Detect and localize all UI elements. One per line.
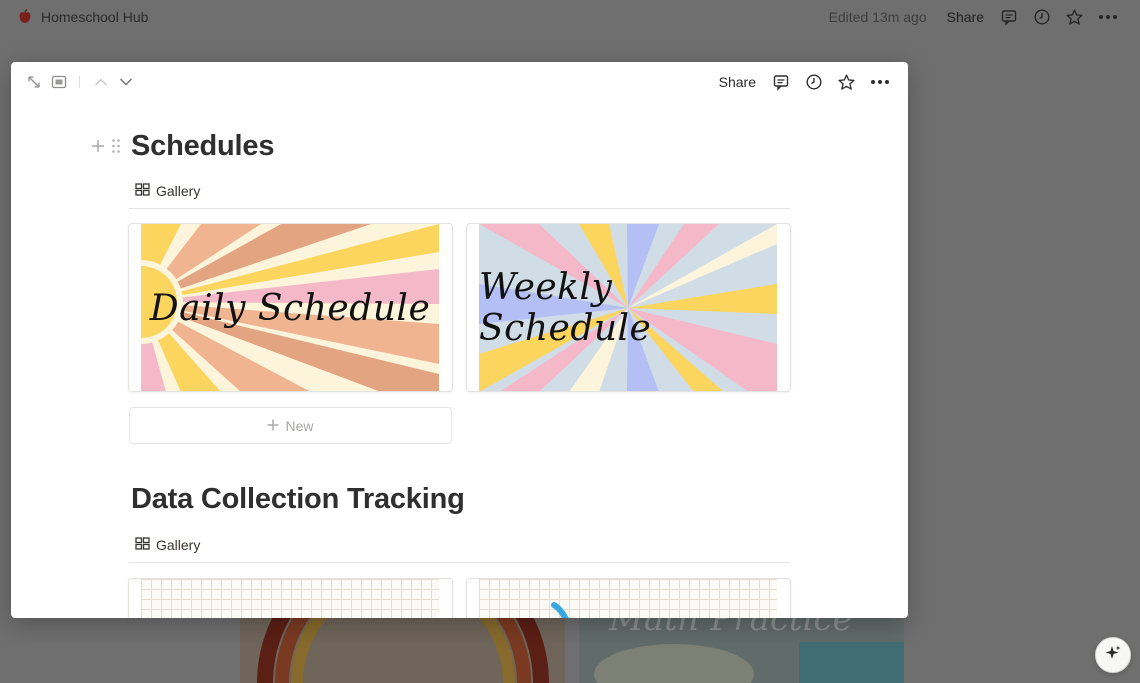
star-icon[interactable] <box>830 68 863 96</box>
top-share-button[interactable]: Share <box>947 9 984 25</box>
gallery-card-daily-schedule[interactable]: Daily Schedule <box>128 223 453 392</box>
gallery-card-weekly-schedule[interactable]: Weekly Schedule <box>466 223 791 392</box>
side-peek-icon[interactable] <box>48 71 70 93</box>
chevron-up-icon[interactable] <box>90 71 112 93</box>
new-card-button[interactable]: New <box>129 407 452 444</box>
page-peek-modal: Share Schedules Gallery Daily Schedule W… <box>11 62 908 618</box>
edited-timestamp: Edited 13m ago <box>828 9 927 25</box>
add-block-icon[interactable] <box>91 139 105 158</box>
sparkle-icon <box>1104 644 1122 667</box>
expand-icon[interactable] <box>23 71 45 93</box>
modal-header-actions: Share <box>719 68 896 96</box>
view-label: Gallery <box>156 537 201 553</box>
more-icon[interactable] <box>863 68 896 96</box>
new-label: New <box>285 417 314 434</box>
star-icon[interactable] <box>1058 3 1091 31</box>
gallery-icon <box>135 537 150 553</box>
view-label: Gallery <box>156 183 201 199</box>
gallery-card[interactable] <box>466 578 791 618</box>
gallery-view-tab[interactable]: Gallery <box>135 537 200 553</box>
history-icon[interactable] <box>1025 3 1058 31</box>
comment-icon[interactable] <box>764 68 797 96</box>
gallery-icon <box>135 183 150 199</box>
more-icon[interactable] <box>1091 3 1124 31</box>
view-divider <box>129 562 790 563</box>
card-cover-image <box>479 579 777 618</box>
apple-icon <box>16 8 34 26</box>
background-gallery-card: Math Practice <box>579 612 904 683</box>
card-cover-image: Weekly Schedule <box>479 224 777 391</box>
comment-icon[interactable] <box>992 3 1025 31</box>
section-heading: Data Collection Tracking <box>131 483 465 515</box>
topbar-actions: Edited 13m ago Share <box>829 3 1124 31</box>
card-cover-image <box>141 579 439 618</box>
view-divider <box>129 208 790 209</box>
gallery-view-tab[interactable]: Gallery <box>135 183 200 199</box>
card-cover-image: Daily Schedule <box>141 224 439 391</box>
drag-handle-icon[interactable] <box>111 138 121 159</box>
modal-header: Share <box>11 62 908 102</box>
gallery-card[interactable] <box>128 578 453 618</box>
plus-icon <box>267 418 279 434</box>
card-cover-title: Weekly Schedule <box>479 267 652 349</box>
ai-assistant-button[interactable] <box>1095 637 1131 673</box>
block-handle[interactable] <box>91 138 121 159</box>
history-icon[interactable] <box>797 68 830 96</box>
modal-content: Schedules Gallery Daily Schedule Weekly … <box>11 102 908 618</box>
modal-share-button[interactable]: Share <box>719 74 756 90</box>
header-divider <box>79 76 80 88</box>
background-gallery-card <box>240 612 565 683</box>
card-cover-title: Daily Schedule <box>149 287 431 329</box>
app-title[interactable]: Homeschool Hub <box>41 9 148 25</box>
section-heading: Schedules <box>131 130 275 162</box>
app-topbar: Homeschool Hub Edited 13m ago Share <box>0 0 1140 34</box>
chevron-down-icon[interactable] <box>115 71 137 93</box>
